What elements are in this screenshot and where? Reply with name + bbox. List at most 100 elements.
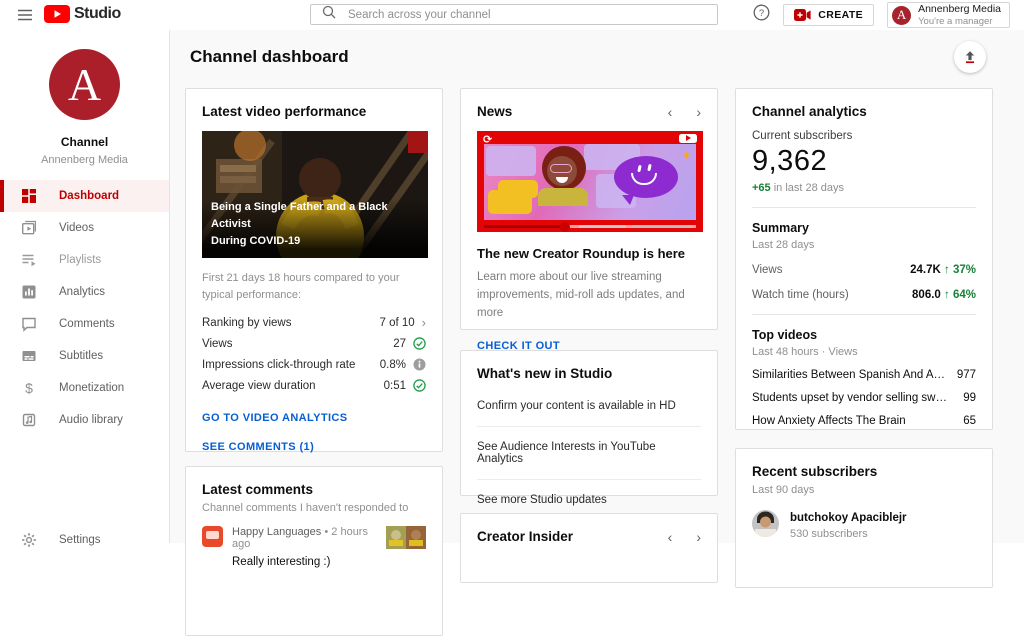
news-next-icon[interactable]: › <box>696 105 701 119</box>
go-to-video-analytics-link[interactable]: GO TO VIDEO ANALYTICS <box>202 412 426 424</box>
sidebar-item-label: Playlists <box>59 254 102 266</box>
commenter-name[interactable]: Happy Languages <box>232 526 321 538</box>
card-title: Channel analytics <box>752 104 867 119</box>
search-bar[interactable] <box>310 4 718 25</box>
account-role: You're a manager <box>918 15 993 27</box>
channel-label: Channel <box>60 135 109 149</box>
playlists-icon <box>22 254 36 267</box>
stat-row-duration: Average view duration 0:51 <box>202 375 426 396</box>
create-button-label: CREATE <box>818 9 864 21</box>
performance-intro: First 21 days 18 hours compared to your … <box>202 272 400 301</box>
top-videos-title: Top videos <box>752 328 818 342</box>
chevron-right-icon: › <box>421 315 426 330</box>
comment-row[interactable]: Happy Languages • 2 hours ago Really int… <box>202 526 426 568</box>
create-video-icon <box>794 9 811 21</box>
sidebar-item-label: Videos <box>59 222 94 234</box>
sidebar-item-label: Comments <box>59 318 115 330</box>
whats-new-card: What's new in Studio Confirm your conten… <box>460 350 718 506</box>
latest-video-thumbnail[interactable]: Being a Single Father and a Black Activi… <box>202 131 428 258</box>
sidebar-item-label: Monetization <box>59 382 125 394</box>
help-icon[interactable]: ? <box>753 4 770 26</box>
channel-avatar[interactable]: A <box>49 49 120 120</box>
upload-video-button[interactable] <box>954 41 986 73</box>
current-subscribers-label: Current subscribers <box>752 130 853 142</box>
account-name: Annenberg Media <box>918 2 1001 15</box>
youtube-studio-logo[interactable]: Studio <box>44 5 121 23</box>
main-content: Channel dashboard Latest video performan… <box>170 30 1024 636</box>
latest-comments-card: Latest comments Channel comments I haven… <box>185 466 443 636</box>
card-title: Recent subscribers <box>752 464 878 479</box>
audio-library-icon <box>22 413 36 427</box>
comments-icon <box>22 317 36 332</box>
sidebar-item-settings[interactable]: Settings <box>0 524 169 556</box>
creator-insider-card: Creator Insider ‹ › <box>460 513 718 583</box>
sidebar-item-analytics[interactable]: Analytics <box>0 276 169 308</box>
top-video-row[interactable]: Similarities Between Spanish And Arabic … <box>752 369 976 381</box>
divider <box>752 314 976 315</box>
news-banner-image[interactable]: ✦ ⟳ <box>477 131 703 232</box>
recent-subscribers-card: Recent subscribers Last 90 days butchoko… <box>735 448 993 588</box>
top-videos-period: Last 48 hours · Views <box>752 346 858 358</box>
card-subtitle: Channel comments I haven't responded to <box>202 502 409 514</box>
svg-text:$: $ <box>25 380 33 396</box>
page-title: Channel dashboard <box>190 47 349 66</box>
refresh-icon: ⟳ <box>483 134 493 146</box>
youtube-play-icon <box>44 5 70 23</box>
sidebar-item-label: Analytics <box>59 286 106 298</box>
news-illustration: ✦ <box>484 144 696 220</box>
card-title: News <box>477 104 513 119</box>
create-button[interactable]: CREATE <box>783 4 875 26</box>
sidebar-menu: Dashboard Videos Playlists Analytics Com… <box>0 180 169 436</box>
menu-icon[interactable] <box>16 6 34 29</box>
search-input[interactable] <box>348 8 717 21</box>
subscriber-avatar <box>752 510 779 542</box>
card-title: Creator Insider <box>477 529 574 544</box>
upload-icon <box>965 51 975 64</box>
account-chip[interactable]: A Annenberg Media You're a manager <box>887 2 1010 28</box>
stat-row-views: Views 27 <box>202 333 426 354</box>
summary-row-views: Views 24.7K ↑ 37% <box>752 264 976 276</box>
dashboard-icon <box>22 189 36 203</box>
subscriber-delta: +65 in last 28 days <box>752 182 845 194</box>
comment-text: Really interesting :) <box>232 556 331 568</box>
sidebar-item-label: Subtitles <box>59 350 104 362</box>
news-headline[interactable]: The new Creator Roundup is here <box>477 246 701 261</box>
sidebar-item-playlists[interactable]: Playlists <box>0 244 169 276</box>
card-title: Latest comments <box>202 482 314 497</box>
creator-insider-prev-icon[interactable]: ‹ <box>668 530 673 544</box>
subscriber-name: butchokoy Apaciblejr <box>790 512 907 524</box>
see-comments-link[interactable]: SEE COMMENTS (1) <box>202 441 426 453</box>
trend-up-icon: ↑ <box>944 289 950 301</box>
comment-video-thumbnail <box>386 526 426 568</box>
news-prev-icon[interactable]: ‹ <box>668 105 673 119</box>
stat-row-ranking[interactable]: Ranking by views 7 of 10 › <box>202 312 426 333</box>
creator-insider-next-icon[interactable]: › <box>696 530 701 544</box>
sidebar-item-dashboard[interactable]: Dashboard <box>0 180 169 212</box>
subscriber-count: 530 subscribers <box>790 528 868 540</box>
check-circle-icon <box>413 379 426 392</box>
whats-new-item[interactable]: See Audience Interests in YouTube Analyt… <box>477 427 701 480</box>
video-title-overlay: Being a Single Father and a Black Activi… <box>211 200 388 247</box>
monetization-icon: $ <box>25 380 33 396</box>
sidebar-item-subtitles[interactable]: Subtitles <box>0 340 169 372</box>
channel-analytics-card: Channel analytics Current subscribers 9,… <box>735 88 993 462</box>
sidebar-item-comments[interactable]: Comments <box>0 308 169 340</box>
card-title: What's new in Studio <box>477 366 613 381</box>
sidebar-item-audio-library[interactable]: Audio library <box>0 404 169 436</box>
subscriber-row[interactable]: butchokoy Apaciblejr 530 subscribers <box>752 510 976 542</box>
videos-icon <box>22 220 36 235</box>
channel-name: Annenberg Media <box>41 154 128 166</box>
video-progress-bar[interactable] <box>484 221 696 232</box>
commenter-avatar <box>202 526 223 547</box>
divider <box>752 207 976 208</box>
whats-new-item[interactable]: Confirm your content is available in HD <box>477 386 701 427</box>
sidebar-item-videos[interactable]: Videos <box>0 212 169 244</box>
top-video-row[interactable]: How Anxiety Affects The Brain 65 <box>752 415 976 427</box>
search-icon <box>322 5 336 24</box>
sidebar: A Channel Annenberg Media Dashboard Vide… <box>0 30 170 547</box>
youtube-badge-icon <box>679 133 697 143</box>
current-subscribers-count: 9,362 <box>752 145 828 177</box>
top-video-row[interactable]: Students upset by vendor selling swastik… <box>752 392 976 404</box>
top-bar: Studio ? CREATE A Annenberg Media You're… <box>0 0 1024 30</box>
sidebar-item-monetization[interactable]: $ Monetization <box>0 372 169 404</box>
